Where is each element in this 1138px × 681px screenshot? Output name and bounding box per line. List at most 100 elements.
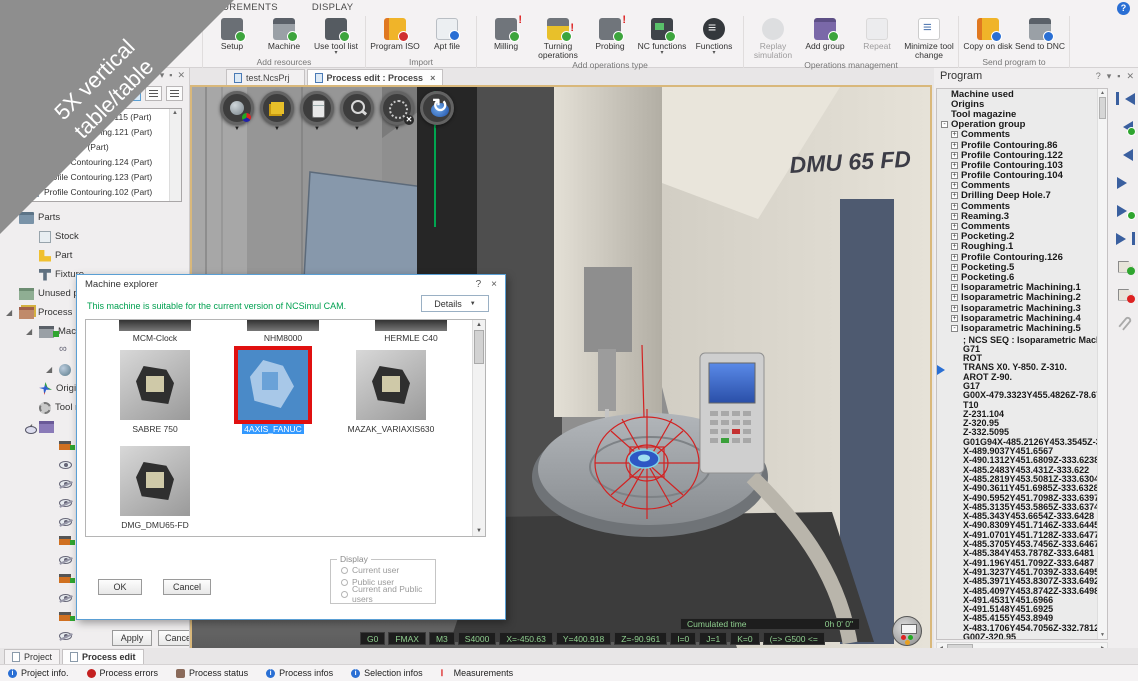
program-tree-item[interactable]: + Profile Contouring.86	[937, 140, 1107, 150]
viewport-tool-button[interactable]: ▼	[260, 91, 294, 132]
operations-list-item[interactable]: Profile Contouring.121 (Part)	[9, 124, 181, 139]
gcode-line[interactable]: X-485.343Y453.6654Z-333.6428	[937, 512, 1107, 521]
machine-thumb[interactable]: SABRE 750	[96, 350, 214, 446]
play-forward-icon[interactable]	[1115, 174, 1135, 191]
program-tree-item[interactable]: + Profile Contouring.126	[937, 252, 1107, 262]
expander-icon[interactable]: +	[951, 243, 958, 250]
program-tree-item[interactable]: + Profile Contouring.103	[937, 160, 1107, 170]
program-tree-item[interactable]: - Isoparametric Machining.5	[937, 323, 1107, 333]
gcode-line[interactable]: X-485.4097Y453.8742Z-333.6498	[937, 587, 1107, 596]
machine-thumb[interactable]: DMG_DMU65-FD	[96, 446, 214, 537]
operations-list-item[interactable]: Reaming.4 (Part)	[9, 139, 181, 154]
program-tree-item[interactable]: - Operation group	[937, 120, 1107, 130]
dialog-cancel-button[interactable]: Cancel	[163, 579, 211, 595]
attach-icon[interactable]	[1115, 314, 1135, 331]
play-back-icon[interactable]	[1115, 146, 1135, 163]
operations-list-item[interactable]: Profile Contouring.123 (Part)	[9, 169, 181, 184]
dialog-close-icon[interactable]: ×	[491, 279, 497, 290]
gcode-line[interactable]: ; NCS SEQ : Isoparametric Machini	[937, 336, 1107, 345]
program-tree-item[interactable]: + Comments	[937, 130, 1107, 140]
expander-icon[interactable]: +	[951, 305, 958, 312]
operations-list-item[interactable]: Profile Contouring.124 (Part)	[9, 154, 181, 169]
ribbon-button[interactable]: Setup	[206, 16, 258, 51]
gcode-line[interactable]: Z-320.95	[937, 419, 1107, 428]
ok-button[interactable]: OK	[98, 579, 142, 595]
panel-pin-icon[interactable]: ▪	[169, 70, 172, 81]
ribbon-button[interactable]: Copy	[95, 16, 147, 51]
expander-icon[interactable]: +	[951, 274, 958, 281]
panel-close-icon[interactable]: ✕	[177, 70, 185, 81]
ribbon-tab[interactable]: DISPLAY	[308, 0, 358, 16]
expander-icon[interactable]: ◢	[6, 308, 15, 317]
tag-remove-icon[interactable]	[1115, 286, 1135, 303]
gcode-line[interactable]: X-485.2483Y453.431Z-333.622	[937, 466, 1107, 475]
dialog-help-icon[interactable]: ?	[476, 279, 482, 290]
expander-icon[interactable]: +	[951, 162, 958, 169]
viewport-tool-button[interactable]: ▼	[420, 91, 454, 132]
program-tree-item[interactable]: + Roughing.1	[937, 242, 1107, 252]
viewport-tool-button[interactable]: ▼	[380, 91, 414, 132]
dropdown-arrow-icon[interactable]: ▼	[394, 126, 400, 132]
gcode-line[interactable]: TRANS X0. Y-850. Z-310.	[937, 363, 1107, 372]
viewport-tool-button[interactable]: ▼	[220, 91, 254, 132]
panel-menu-icon[interactable]: ▾	[160, 70, 165, 81]
expander-icon[interactable]: ◢	[6, 213, 15, 222]
dropdown-arrow-icon[interactable]: ▼	[354, 126, 360, 132]
skip-end-icon[interactable]	[1115, 230, 1135, 247]
program-tree-item[interactable]: + Comments	[937, 221, 1107, 231]
layout-compact-button[interactable]	[166, 86, 183, 101]
gcode-line[interactable]: X-490.8309Y451.7146Z-333.6445	[937, 521, 1107, 530]
gcode-line[interactable]: X-491.196Y451.7092Z-333.6487	[937, 559, 1107, 568]
panel-help-icon[interactable]: ?	[150, 70, 155, 81]
gcode-line[interactable]: G71	[937, 345, 1107, 354]
pendant-icon[interactable]	[892, 616, 922, 646]
gcode-line[interactable]: X-483.1706Y454.7056Z-332.7812	[937, 624, 1107, 633]
gcode-line[interactable]: X-491.0701Y451.7128Z-333.6477	[937, 531, 1107, 540]
details-dropdown[interactable]: Details▼	[421, 295, 489, 312]
gcode-line[interactable]: X-485.384Y453.7878Z-333.6481	[937, 549, 1107, 558]
status-bar-item[interactable]: Process errors	[87, 668, 159, 678]
machine-thumb-partial[interactable]: HERMLE C40	[352, 320, 470, 343]
ribbon-button[interactable]: Turning operations	[532, 16, 584, 60]
machine-thumb[interactable]: 4AXIS_FANUC	[214, 350, 332, 446]
ribbon-button[interactable]: Replay simulation	[747, 16, 799, 60]
expander-icon[interactable]: +	[951, 203, 958, 210]
program-tree-item[interactable]: Origins	[937, 99, 1107, 109]
program-tree-item[interactable]: + Isoparametric Machining.2	[937, 293, 1107, 303]
ribbon-button[interactable]: Milling	[480, 16, 532, 51]
gcode-line[interactable]: X-489.9037Y451.6567	[937, 447, 1107, 456]
gcode-line[interactable]: G00Z-320.95	[937, 633, 1107, 640]
ribbon-button[interactable]: Add group	[799, 16, 851, 51]
program-tree-item[interactable]: + Pocketing.6	[937, 272, 1107, 282]
ribbon-button[interactable]: Send to DNC	[1014, 16, 1066, 51]
gcode-line[interactable]: G17	[937, 382, 1107, 391]
step-forward-icon[interactable]	[1115, 202, 1135, 219]
bottom-tab[interactable]: Process edit	[62, 649, 144, 664]
radio-icon[interactable]	[341, 579, 348, 586]
gcode-line[interactable]: Z-231.104	[937, 410, 1107, 419]
gcode-line[interactable]: G00X-479.3323Y455.4826Z-78.677	[937, 391, 1107, 400]
gcode-line[interactable]: X-485.4155Y453.8949	[937, 614, 1107, 623]
expander-icon[interactable]: +	[951, 142, 958, 149]
gcode-line[interactable]: X-485.3971Y453.8307Z-333.6492	[937, 577, 1107, 586]
operations-list-item[interactable]: Profile Contouring.115 (Part)	[9, 109, 181, 124]
operations-list-scrollbar[interactable]	[169, 109, 181, 201]
radio-icon[interactable]	[341, 567, 348, 574]
program-tree-item[interactable]: + Pocketing.5	[937, 262, 1107, 272]
status-bar-item[interactable]: Project info.	[8, 668, 69, 678]
ribbon-button[interactable]: Minimize tool change	[903, 16, 955, 60]
viewport-tool-button[interactable]: ▼	[340, 91, 374, 132]
ribbon-button[interactable]: Use tool list ▾	[310, 16, 362, 56]
ribbon-button[interactable]: Functions ▾	[688, 16, 740, 56]
close-icon[interactable]: ×	[430, 73, 435, 83]
gcode-line[interactable]: X-490.5952Y451.7098Z-333.6397	[937, 494, 1107, 503]
gcode-line[interactable]: G01G94X-485.2126Y453.3545Z-33	[937, 438, 1107, 447]
program-tree-item[interactable]: + Comments	[937, 181, 1107, 191]
gcode-line[interactable]: T10	[937, 401, 1107, 410]
expander-icon[interactable]: -	[951, 325, 958, 332]
machine-thumb[interactable]: MAZAK_VARIAXIS630	[332, 350, 450, 446]
expander-icon[interactable]: +	[951, 264, 958, 271]
status-bar-item[interactable]: Measurements	[441, 668, 514, 678]
bottom-tab[interactable]: Project	[4, 649, 60, 664]
document-tab[interactable]: Process edit : Process ×	[307, 69, 444, 85]
